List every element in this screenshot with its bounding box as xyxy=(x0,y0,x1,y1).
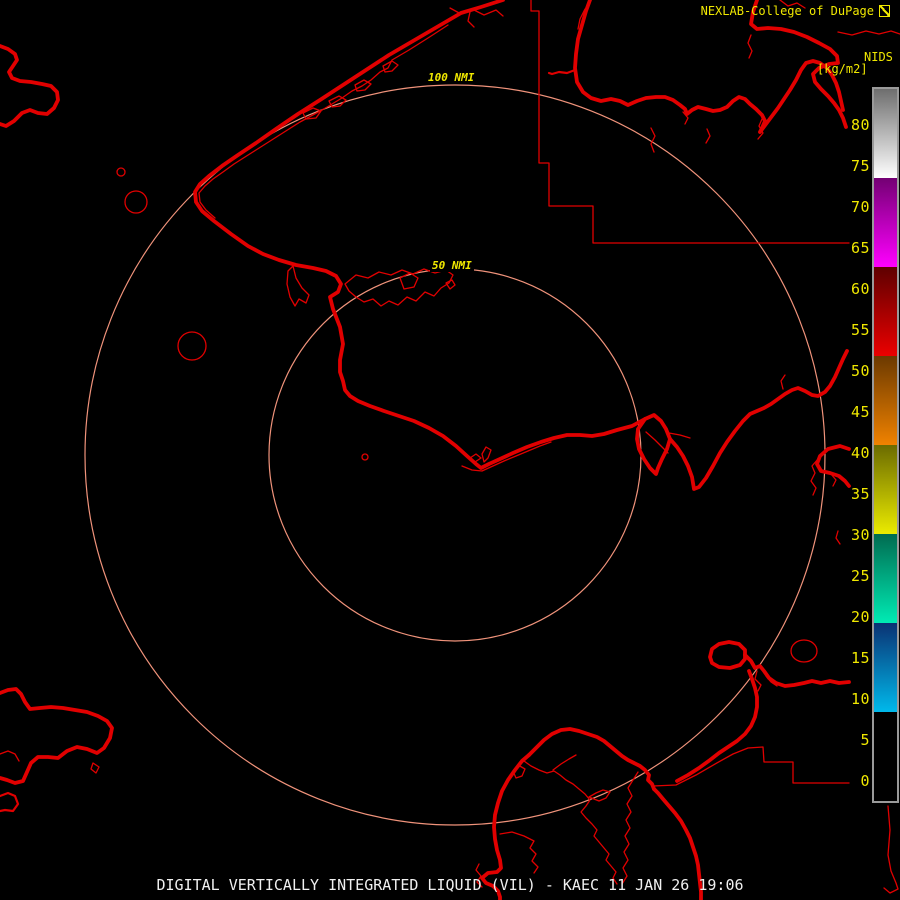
colorbar-tick-label: 20 xyxy=(850,608,870,626)
colorbar-segment xyxy=(874,534,897,623)
colorbar-tick-label: 70 xyxy=(850,198,870,216)
colorbar-tick-label: 0 xyxy=(860,772,870,790)
islet-circle xyxy=(124,190,148,214)
coastline-thick xyxy=(0,0,851,900)
colorbar-tick-label: 50 xyxy=(850,362,870,380)
header: NEXLAB-College of DuPage xyxy=(701,4,890,18)
colorbar-segment xyxy=(874,267,897,356)
range-ring-label-50nmi: 50 NMI xyxy=(430,259,474,272)
range-ring-50nmi xyxy=(268,268,642,642)
islet-circle xyxy=(177,331,207,361)
colorbar-tick-label: 60 xyxy=(850,280,870,298)
colorbar-tick-label: 30 xyxy=(850,526,870,544)
colorbar xyxy=(872,87,899,803)
islet-circle xyxy=(790,639,818,663)
colorbar-segment xyxy=(874,712,897,801)
radar-display: 50 NMI 100 NMI NEXLAB-College of DuPage … xyxy=(0,0,900,900)
range-ring-label-100nmi: 100 NMI xyxy=(426,71,477,84)
coastline-thin xyxy=(0,0,900,894)
colorbar-segment xyxy=(874,178,897,267)
colorbar-segment xyxy=(874,445,897,534)
colorbar-title: NIDS xyxy=(864,50,893,64)
colorbar-tick-label: 80 xyxy=(850,116,870,134)
colorbar-tick-label: 65 xyxy=(850,239,870,257)
radar-map xyxy=(0,0,900,900)
colorbar-tick-label: 5 xyxy=(860,731,870,749)
product-caption: DIGITAL VERTICALLY INTEGRATED LIQUID (VI… xyxy=(156,876,744,894)
colorbar-tick-label: 40 xyxy=(850,444,870,462)
dupage-glyph-icon xyxy=(879,5,890,17)
colorbar-segment xyxy=(874,89,897,178)
colorbar-tick-label: 25 xyxy=(850,567,870,585)
colorbar-units-label: [kg/m2] xyxy=(817,62,868,76)
colorbar-tick-label: 75 xyxy=(850,157,870,175)
colorbar-tick-label: 10 xyxy=(850,690,870,708)
header-title: NEXLAB-College of DuPage xyxy=(700,4,874,18)
islet-circle xyxy=(361,453,369,461)
colorbar-tick-label: 35 xyxy=(850,485,870,503)
colorbar-tick-label: 55 xyxy=(850,321,870,339)
colorbar-tick-label: 15 xyxy=(850,649,870,667)
islet-circle xyxy=(116,167,126,177)
colorbar-segment xyxy=(874,623,897,712)
colorbar-segment xyxy=(874,356,897,445)
colorbar-tick-label: 45 xyxy=(850,403,870,421)
